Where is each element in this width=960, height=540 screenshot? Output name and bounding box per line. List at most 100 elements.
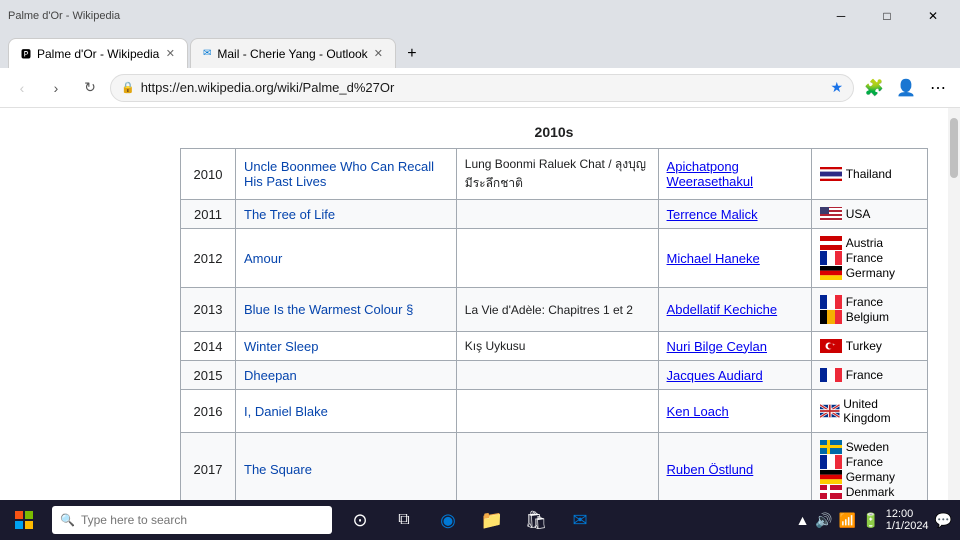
wiki-content: 2010s 2010Uncle Boonmee Who Can Recall H… (0, 108, 948, 500)
country-name: Austria (846, 236, 883, 250)
country-name: Belgium (846, 310, 889, 324)
film-link[interactable]: The Square (244, 462, 312, 477)
country-entry: France (820, 455, 919, 469)
tray-notification-icon[interactable]: 💬 (935, 512, 952, 529)
refresh-button[interactable]: ↻ (76, 74, 104, 102)
country-name: Sweden (846, 440, 889, 454)
taskbar-mail[interactable]: ✉ (560, 500, 600, 540)
taskbar-tray: ▲ 🔊 📶 🔋 12:001/1/2024 💬 (796, 508, 960, 532)
taskbar-store[interactable]: 🛍 (516, 500, 556, 540)
tray-clock[interactable]: 12:001/1/2024 (886, 508, 929, 532)
english-title-cell: Blue Is the Warmest Colour § (236, 288, 457, 332)
country-name: France (846, 455, 883, 469)
minimize-button[interactable]: ─ (818, 0, 864, 32)
director-link[interactable]: Michael Haneke (667, 251, 760, 266)
year-cell: 2016 (181, 390, 236, 433)
country-cell: Turkey (812, 332, 928, 361)
film-link[interactable]: Dheepan (244, 368, 297, 383)
scroll-thumb[interactable] (950, 118, 958, 178)
country-name: Turkey (846, 339, 882, 353)
tab-wikipedia[interactable]: 🅿 Palme d'Or - Wikipedia ✕ (8, 38, 188, 68)
table-row: 2011The Tree of LifeTerrence Malick USA (181, 200, 928, 229)
english-title-cell: I, Daniel Blake (236, 390, 457, 433)
tab-close-outlook[interactable]: ✕ (374, 47, 383, 60)
address-bar[interactable]: 🔒 https://en.wikipedia.org/wiki/Palme_d%… (110, 74, 854, 102)
director-cell: Michael Haneke (658, 229, 812, 288)
close-button[interactable]: ✕ (910, 0, 956, 32)
country-cell: Sweden France Germany Denmark (812, 433, 928, 501)
scrollbar[interactable] (948, 108, 960, 500)
forward-button[interactable]: › (42, 74, 70, 102)
tab-close-wikipedia[interactable]: ✕ (166, 47, 175, 60)
director-link[interactable]: Ken Loach (667, 404, 729, 419)
maximize-button[interactable]: □ (864, 0, 910, 32)
country-name: France (846, 295, 883, 309)
country-name: United Kingdom (843, 397, 919, 425)
tab-bar: 🅿 Palme d'Or - Wikipedia ✕ ✉ Mail - Cher… (0, 32, 960, 68)
table-row: 2016 I, Daniel Blake Ken Loach United King… (181, 390, 928, 433)
country-entry: Sweden (820, 440, 919, 454)
year-cell: 2013 (181, 288, 236, 332)
taskbar-explorer[interactable]: 📁 (472, 500, 512, 540)
country-name: France (846, 368, 883, 382)
section-header: 2010s (180, 116, 928, 148)
tab-title-wikipedia: Palme d'Or - Wikipedia (37, 47, 160, 61)
tray-arrow-icon[interactable]: ▲ (796, 512, 810, 528)
country-entry: United Kingdom (820, 397, 919, 425)
english-title-cell: Uncle Boonmee Who Can Recall His Past Li… (236, 149, 457, 200)
tray-battery-icon[interactable]: 🔋 (862, 512, 879, 529)
country-entry: Austria (820, 236, 919, 250)
browser-window: Palme d'Or - Wikipedia ─ □ ✕ 🅿 Palme d'O… (0, 0, 960, 500)
director-link[interactable]: Abdellatif Kechiche (667, 302, 778, 317)
director-link[interactable]: Apichatpong Weerasethakul (667, 159, 753, 189)
country-cell: France (812, 361, 928, 390)
tray-network-icon[interactable]: 📶 (839, 512, 856, 529)
taskbar-taskview[interactable]: ⧉ (384, 500, 424, 540)
director-link[interactable]: Jacques Audiard (667, 368, 763, 383)
director-link[interactable]: Nuri Bilge Ceylan (667, 339, 767, 354)
wiki-page: 2010s 2010Uncle Boonmee Who Can Recall H… (0, 108, 948, 500)
settings-button[interactable]: ⋯ (924, 74, 952, 102)
film-link[interactable]: Blue Is the Warmest Colour § (244, 302, 413, 317)
country-name: France (846, 251, 883, 265)
taskbar-cortana[interactable]: ⊙ (340, 500, 380, 540)
director-cell: Apichatpong Weerasethakul (658, 149, 812, 200)
country-entry: Turkey (820, 339, 919, 353)
country-entry: Thailand (820, 167, 919, 181)
bookmark-icon[interactable]: ★ (830, 79, 843, 96)
table-row: 2010Uncle Boonmee Who Can Recall His Pas… (181, 149, 928, 200)
tab-title-outlook: Mail - Cherie Yang - Outlook (217, 47, 367, 61)
tray-volume-icon[interactable]: 🔊 (815, 512, 832, 529)
palme-dor-table: 2010Uncle Boonmee Who Can Recall His Pas… (180, 148, 928, 500)
taskbar-search-box[interactable]: 🔍 (52, 506, 332, 534)
year-cell: 2012 (181, 229, 236, 288)
country-entry: USA (820, 207, 919, 221)
director-cell: Nuri Bilge Ceylan (658, 332, 812, 361)
original-title-cell (456, 229, 658, 288)
title-bar: Palme d'Or - Wikipedia ─ □ ✕ (0, 0, 960, 32)
table-row: 2013Blue Is the Warmest Colour §La Vie d… (181, 288, 928, 332)
country-name: Denmark (846, 485, 895, 499)
tab-outlook[interactable]: ✉ Mail - Cherie Yang - Outlook ✕ (190, 38, 396, 68)
taskbar-search-input[interactable] (81, 513, 324, 527)
extensions-button[interactable]: 🧩 (860, 74, 888, 102)
country-cell: USA (812, 200, 928, 229)
start-button[interactable] (0, 500, 48, 540)
profile-button[interactable]: 👤 (892, 74, 920, 102)
country-entry: Germany (820, 266, 919, 280)
director-link[interactable]: Terrence Malick (667, 207, 758, 222)
tab-favicon-wikipedia: 🅿 (21, 46, 31, 61)
director-link[interactable]: Ruben Östlund (667, 462, 754, 477)
url-text: https://en.wikipedia.org/wiki/Palme_d%27… (141, 80, 825, 95)
film-link[interactable]: Uncle Boonmee Who Can Recall His Past Li… (244, 159, 434, 189)
nav-bar: ‹ › ↻ 🔒 https://en.wikipedia.org/wiki/Pa… (0, 68, 960, 108)
film-link[interactable]: The Tree of Life (244, 207, 335, 222)
film-link[interactable]: Winter Sleep (244, 339, 318, 354)
back-button[interactable]: ‹ (8, 74, 36, 102)
director-cell: Ruben Östlund (658, 433, 812, 501)
country-entry: France (820, 368, 919, 382)
film-link[interactable]: Amour (244, 251, 282, 266)
new-tab-button[interactable]: + (398, 40, 426, 68)
film-link[interactable]: I, Daniel Blake (244, 404, 328, 419)
taskbar-edge[interactable]: ◉ (428, 500, 468, 540)
